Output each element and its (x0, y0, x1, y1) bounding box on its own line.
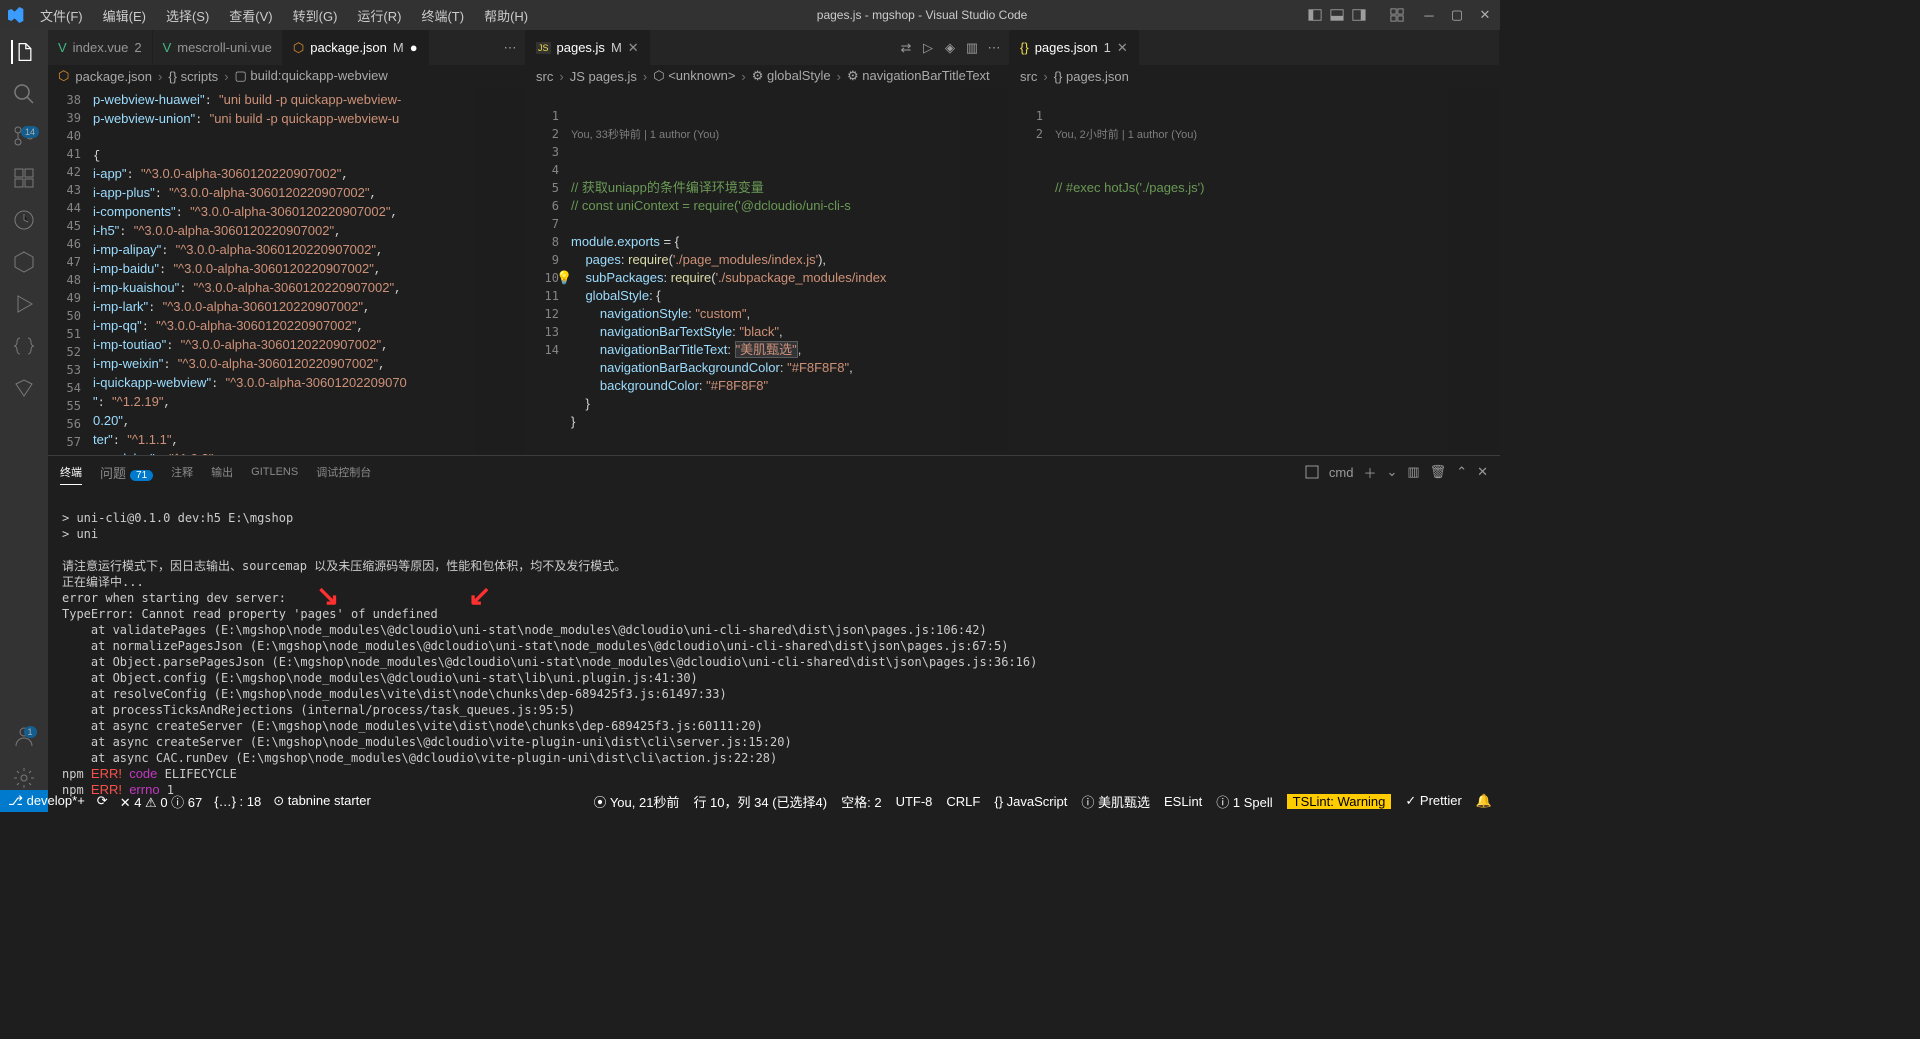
menu-go[interactable]: 转到(G) (285, 2, 346, 29)
editor-body-1[interactable]: 3839404142434445464748495051525354555657… (48, 87, 525, 455)
timeline-icon[interactable] (12, 208, 36, 232)
tabbar-2: JSpages.jsM✕ ⇄ ▷ ◈ ▥ ⋯ (526, 30, 1009, 65)
braces-icon[interactable] (12, 334, 36, 358)
code-3[interactable]: You, 2小时前 | 1 author (You) // #exec hotJ… (1055, 87, 1449, 455)
minimize-button[interactable]: ─ (1422, 8, 1436, 22)
scm-icon[interactable]: 14 (12, 124, 36, 148)
kill-terminal-icon[interactable]: 🗑 (1430, 464, 1447, 480)
window-controls: ─ ▢ ✕ (1422, 8, 1492, 22)
tabbar-1: Vindex.vue2 Vmescroll-uni.vue ⬡package.j… (48, 30, 525, 65)
close-tab-icon[interactable]: ✕ (1117, 40, 1128, 56)
menu-file[interactable]: 文件(F) (32, 2, 91, 29)
editor-group-3: {}pages.json1✕ src› {} pages.json 12 You… (1010, 30, 1500, 455)
compare-icon[interactable]: ⇄ (899, 41, 913, 55)
scm-badge: 14 (21, 126, 39, 138)
menu-view[interactable]: 查看(V) (221, 2, 280, 29)
gutter-1: 3839404142434445464748495051525354555657 (48, 87, 93, 455)
tab-pages-js[interactable]: JSpages.jsM✕ (526, 30, 650, 65)
window-title: pages.js - mgshop - Visual Studio Code (536, 8, 1308, 22)
layout-controls (1308, 8, 1404, 22)
author-annotation: You, 2小时前 | 1 author (You) (1055, 127, 1449, 143)
customize-layout-icon[interactable] (1390, 8, 1404, 22)
extensions-icon[interactable] (12, 166, 36, 190)
tab-index-vue[interactable]: Vindex.vue2 (48, 30, 153, 65)
editor-group-2: JSpages.jsM✕ ⇄ ▷ ◈ ▥ ⋯ src› JS pages.js›… (526, 30, 1010, 455)
panel-tab-gitlens[interactable]: GITLENS (251, 462, 298, 482)
code-1[interactable]: p-webview-huawei": "uni build -p quickap… (93, 87, 475, 455)
titlebar: 文件(F) 编辑(E) 选择(S) 查看(V) 转到(G) 运行(R) 终端(T… (0, 0, 1500, 30)
layout-panel-icon[interactable] (1330, 8, 1344, 22)
modified-dot-icon: ● (410, 40, 418, 55)
annotation-arrow-icon: ↘ (316, 588, 339, 604)
run-debug-icon[interactable] (12, 292, 36, 316)
terminal-profile-label[interactable]: cmd (1329, 465, 1354, 480)
vscode-logo-icon (8, 7, 24, 23)
lightbulb-icon[interactable]: 💡 (571, 269, 572, 287)
run-icon[interactable]: ▷ (921, 41, 935, 55)
minimap-1[interactable] (475, 87, 525, 455)
editor-body-2[interactable]: 1234567891011121314 You, 33秒钟前 | 1 autho… (526, 87, 1009, 455)
tabnine-icon[interactable] (12, 376, 36, 400)
terminal[interactable]: > uni-cli@0.1.0 dev:h5 E:\mgshop > uni 请… (48, 488, 1500, 852)
code-2[interactable]: You, 33秒钟前 | 1 author (You) // 获取uniapp的… (571, 87, 959, 455)
panel-tab-problems[interactable]: 问题71 (100, 459, 153, 486)
more-icon[interactable]: ⋯ (503, 41, 517, 55)
hexagon-icon[interactable] (12, 250, 36, 274)
breadcrumb-2[interactable]: src› JS pages.js› ⬡ <unknown>› ⚙ globalS… (526, 65, 1009, 87)
kite-icon[interactable]: ◈ (943, 41, 957, 55)
breadcrumb-3[interactable]: src› {} pages.json (1010, 65, 1499, 87)
tab-package-json[interactable]: ⬡package.jsonM● (283, 30, 429, 65)
menubar: 文件(F) 编辑(E) 选择(S) 查看(V) 转到(G) 运行(R) 终端(T… (32, 2, 536, 29)
panel-tab-terminal[interactable]: 终端 (60, 460, 82, 485)
minimap-2[interactable] (959, 87, 1009, 455)
gutter-3: 12 (1010, 87, 1055, 455)
panel-tab-debug-console[interactable]: 调试控制台 (316, 460, 371, 484)
explorer-icon[interactable] (11, 40, 35, 64)
search-icon[interactable] (12, 82, 36, 106)
close-button[interactable]: ✕ (1478, 8, 1492, 22)
new-terminal-icon[interactable]: ＋ (1363, 463, 1376, 482)
author-annotation: You, 33秒钟前 | 1 author (You) (571, 127, 959, 143)
terminal-profile-icon[interactable] (1305, 465, 1319, 479)
menu-run[interactable]: 运行(R) (349, 2, 409, 29)
breadcrumb-1[interactable]: ⬡package.json› {} scripts› ▢ build:quick… (48, 65, 525, 87)
minimap-3[interactable] (1449, 87, 1499, 455)
annotation-arrow-icon: ↙ (468, 588, 491, 604)
menu-help[interactable]: 帮助(H) (476, 2, 536, 29)
maximize-panel-icon[interactable]: ⌃ (1456, 464, 1467, 480)
tab-pages-json[interactable]: {}pages.json1✕ (1010, 30, 1139, 65)
account-badge: 1 (24, 726, 37, 738)
tab-mescroll-vue[interactable]: Vmescroll-uni.vue (153, 30, 283, 65)
editor-body-3[interactable]: 12 You, 2小时前 | 1 author (You) // #exec h… (1010, 87, 1499, 455)
terminal-dropdown-icon[interactable]: ⌄ (1386, 464, 1397, 480)
close-panel-icon[interactable]: ✕ (1477, 464, 1488, 480)
layout-sidebar-right-icon[interactable] (1352, 8, 1366, 22)
more-icon[interactable]: ⋯ (987, 41, 1001, 55)
settings-gear-icon[interactable] (12, 766, 36, 790)
panel-tabs: 终端 问题71 注释 输出 GITLENS 调试控制台 cmd ＋ ⌄ ▥ 🗑 … (48, 456, 1500, 488)
panel-tab-output[interactable]: 输出 (211, 460, 233, 484)
layout-sidebar-left-icon[interactable] (1308, 8, 1322, 22)
split-editor-icon[interactable]: ▥ (965, 41, 979, 55)
account-icon[interactable]: 1 (12, 724, 36, 748)
menu-select[interactable]: 选择(S) (158, 2, 217, 29)
close-tab-icon[interactable]: ✕ (628, 40, 639, 56)
activitybar: 14 1 (0, 30, 48, 790)
menu-terminal[interactable]: 终端(T) (413, 2, 472, 29)
maximize-button[interactable]: ▢ (1450, 8, 1464, 22)
menu-edit[interactable]: 编辑(E) (95, 2, 154, 29)
split-terminal-icon[interactable]: ▥ (1407, 464, 1419, 480)
panel-tab-comments[interactable]: 注释 (171, 460, 193, 484)
panel: 终端 问题71 注释 输出 GITLENS 调试控制台 cmd ＋ ⌄ ▥ 🗑 … (48, 455, 1500, 852)
tabbar-3: {}pages.json1✕ (1010, 30, 1499, 65)
editor-group-1: Vindex.vue2 Vmescroll-uni.vue ⬡package.j… (48, 30, 526, 455)
